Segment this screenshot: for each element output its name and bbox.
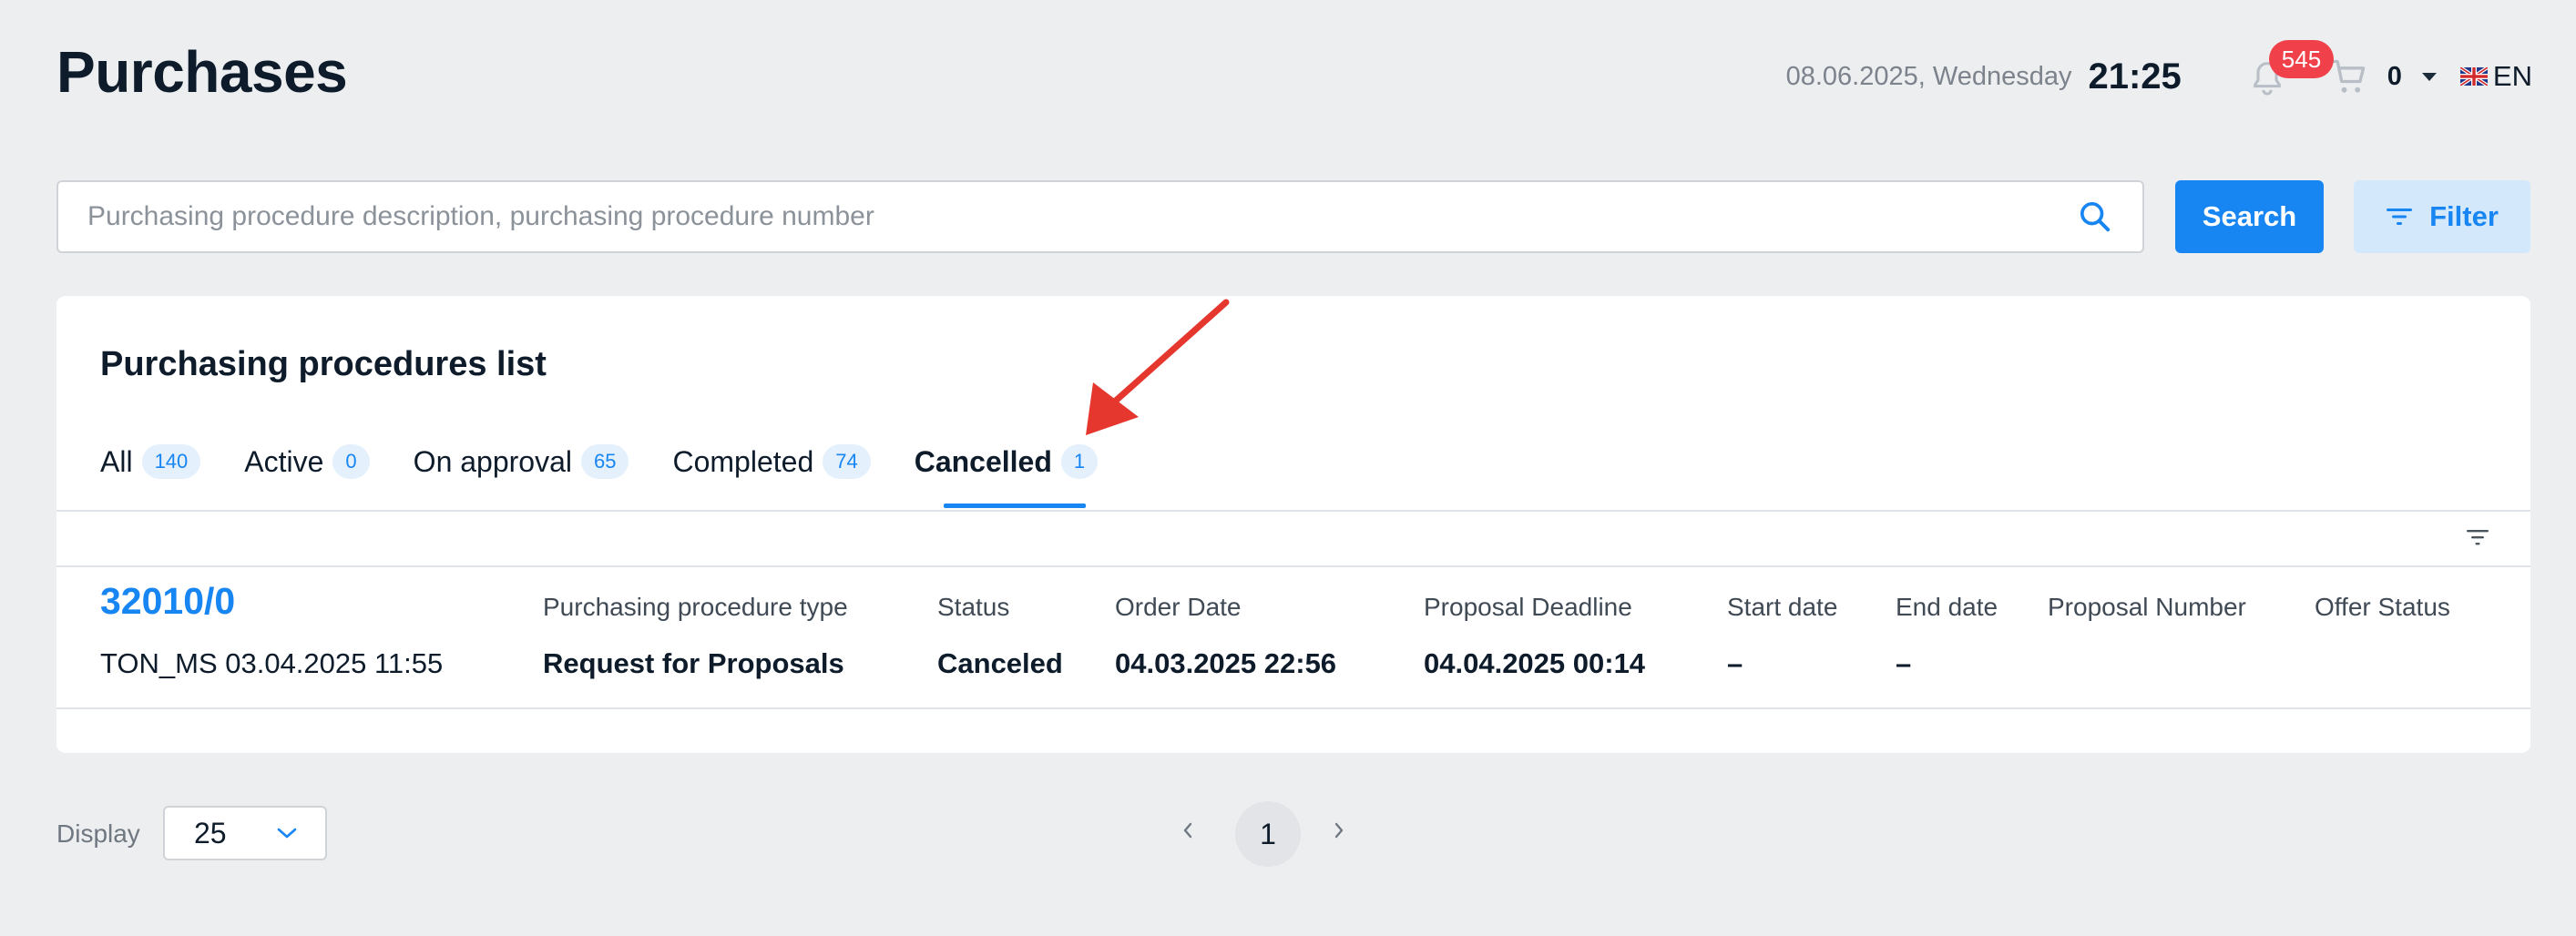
notifications-badge: 545 [2268, 40, 2335, 78]
search-box [56, 180, 2144, 253]
chevron-right-icon [1334, 822, 1344, 839]
col-head-deadline: Proposal Deadline [1424, 593, 1632, 621]
tab-label: Cancelled [914, 444, 1052, 478]
search-input[interactable] [87, 201, 2077, 232]
tab-label: On approval [413, 444, 572, 478]
active-tab-indicator [944, 504, 1086, 508]
filter-button-label: Filter [2429, 200, 2499, 232]
header-toolbar: 08.06.2025, Wednesday 21:25 545 0 EN [1785, 40, 2532, 106]
cart-dropdown-caret[interactable] [2421, 72, 2437, 81]
procedures-card: Purchasing procedures list All 140 Activ… [56, 296, 2530, 753]
search-icon[interactable] [2077, 198, 2113, 235]
tab-count: 0 [332, 444, 370, 479]
cell-end-date: – [1896, 647, 1912, 679]
pager-next-button[interactable] [1332, 818, 1346, 849]
cell-deadline: 04.04.2025 00:14 [1424, 647, 1646, 679]
display-label: Display [56, 819, 140, 848]
tab-completed[interactable]: Completed 74 [672, 440, 871, 483]
tab-active[interactable]: Active 0 [244, 440, 370, 483]
tab-label: All [100, 444, 133, 478]
col-head-offer-status: Offer Status [2315, 593, 2450, 621]
tab-label: Completed [672, 444, 814, 478]
status-tabs: All 140 Active 0 On approval 65 Complete… [100, 440, 1141, 500]
notifications-button[interactable]: 545 [2249, 40, 2335, 98]
pager-page-1[interactable]: 1 [1235, 801, 1301, 867]
language-selector[interactable]: EN [2493, 60, 2532, 93]
list-title: Purchasing procedures list [100, 345, 547, 383]
row-divider [56, 707, 2530, 709]
cell-status: Canceled [937, 647, 1063, 679]
col-head-start-date: Start date [1727, 593, 1838, 621]
chevron-down-icon [277, 828, 297, 839]
cell-order-date: 04.03.2025 22:56 [1115, 647, 1337, 679]
page-size-value: 25 [194, 816, 227, 850]
cart-icon[interactable] [2329, 56, 2369, 97]
tab-count: 1 [1060, 444, 1099, 479]
tab-cancelled[interactable]: Cancelled 1 [914, 440, 1099, 483]
procedure-number-link[interactable]: 32010/0 [100, 580, 235, 623]
tab-on-approval[interactable]: On approval 65 [414, 440, 629, 483]
table-header-divider [56, 565, 2530, 567]
filter-button[interactable]: Filter [2354, 180, 2530, 253]
pager-prev-button[interactable] [1181, 818, 1195, 849]
procedure-author-date: TON_MS 03.04.2025 11:55 [100, 647, 444, 679]
chevron-left-icon [1183, 822, 1192, 839]
tab-all[interactable]: All 140 [100, 440, 201, 483]
col-head-end-date: End date [1896, 593, 1998, 621]
col-head-type: Purchasing procedure type [543, 593, 848, 621]
tab-label: Active [244, 444, 324, 478]
uk-flag-icon[interactable] [2459, 67, 2488, 86]
current-time: 21:25 [2088, 56, 2182, 97]
col-head-status: Status [937, 593, 1010, 621]
col-head-order-date: Order Date [1115, 593, 1242, 621]
cart-count: 0 [2387, 61, 2402, 91]
cell-type: Request for Proposals [543, 647, 844, 679]
tab-count: 65 [581, 444, 629, 479]
page-title: Purchases [56, 39, 348, 105]
cell-start-date: – [1727, 647, 1743, 679]
arrow-annotation [1086, 299, 1230, 435]
tab-count: 140 [141, 444, 201, 479]
page-size-select[interactable]: 25 [163, 806, 327, 860]
current-date: 08.06.2025, Wednesday [1785, 61, 2072, 91]
search-button[interactable]: Search [2175, 180, 2324, 253]
filter-icon [2387, 209, 2413, 225]
sort-icon[interactable] [2465, 527, 2490, 549]
tab-count: 74 [823, 444, 871, 479]
col-head-proposal-number: Proposal Number [2048, 593, 2246, 621]
tabs-divider [56, 510, 2530, 512]
